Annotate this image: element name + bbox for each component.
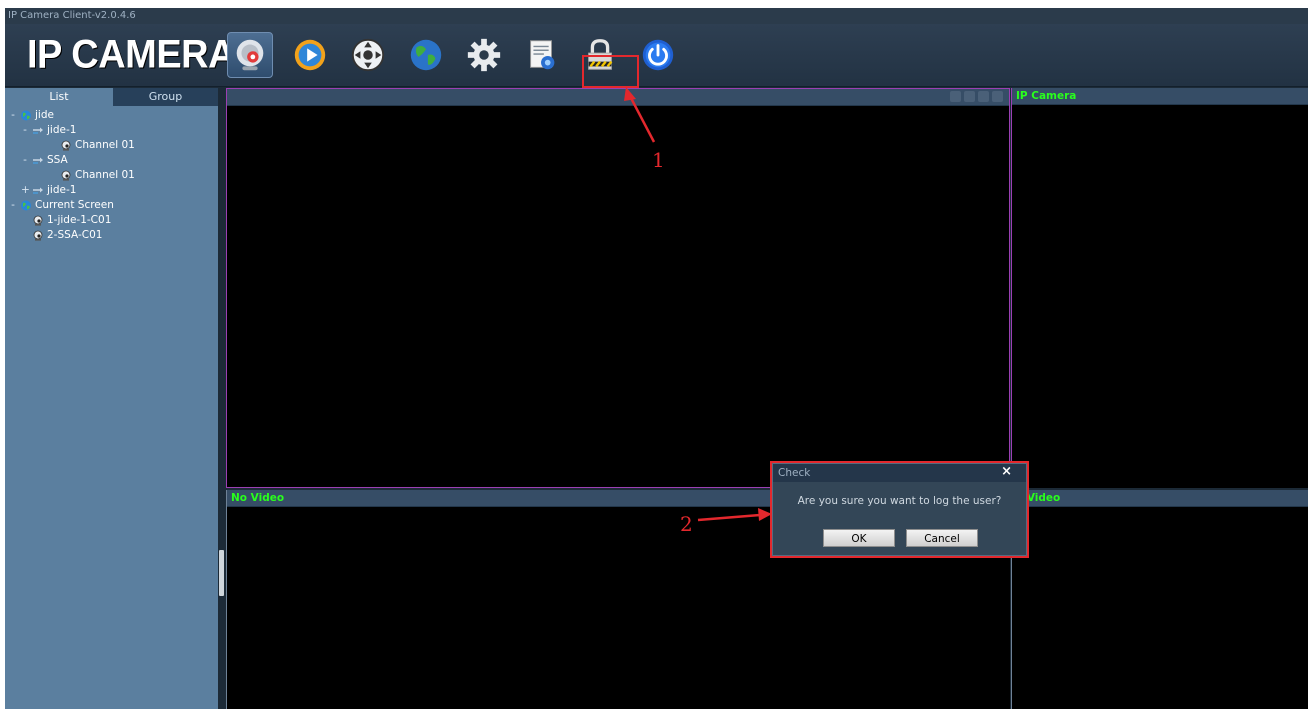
tree-item[interactable]: 1-jide-1-C01 bbox=[5, 213, 218, 228]
settings-gear-icon bbox=[467, 38, 501, 72]
network-button[interactable] bbox=[403, 32, 449, 78]
camera-icon bbox=[236, 39, 264, 71]
video-pane-2[interactable]: IP Camera bbox=[1011, 88, 1308, 488]
video-pane-1-bar bbox=[227, 89, 1009, 106]
panel-splitter[interactable] bbox=[218, 88, 226, 709]
exit-button[interactable] bbox=[635, 32, 681, 78]
video-pane-2-title: IP Camera bbox=[1016, 90, 1077, 102]
log-button[interactable] bbox=[519, 32, 565, 78]
ptz-control-icon bbox=[351, 38, 385, 72]
tree-item[interactable]: 2-SSA-C01 bbox=[5, 228, 218, 243]
audio-icon[interactable] bbox=[964, 91, 975, 102]
live-view-button[interactable] bbox=[227, 32, 273, 78]
tree-item-label: 2-SSA-C01 bbox=[47, 229, 103, 241]
tree-expander[interactable]: - bbox=[21, 123, 29, 138]
snapshot-icon[interactable] bbox=[978, 91, 989, 102]
close-icon[interactable]: × bbox=[1001, 464, 1012, 480]
power-icon bbox=[642, 39, 674, 71]
device-tree: - jide - jide-1 Channel 01- SSA Channel 01 + jid… bbox=[5, 108, 218, 243]
annotation-number-2: 2 bbox=[680, 512, 693, 536]
playback-icon bbox=[294, 39, 326, 71]
panel-tabs: List Group bbox=[5, 88, 218, 106]
tree-item[interactable]: - jide-1 bbox=[5, 123, 218, 138]
video-pane-2-bar: IP Camera bbox=[1012, 88, 1308, 105]
lock-user-button[interactable] bbox=[577, 32, 623, 78]
fullscreen-icon[interactable] bbox=[992, 91, 1003, 102]
tree-item-label: Channel 01 bbox=[75, 139, 135, 151]
tab-group[interactable]: Group bbox=[113, 88, 218, 106]
tree-item[interactable]: - SSA bbox=[5, 153, 218, 168]
confirm-dialog: Check × Are you sure you want to log the… bbox=[772, 463, 1027, 556]
ok-button[interactable]: OK bbox=[823, 529, 895, 547]
playback-button[interactable] bbox=[287, 32, 333, 78]
tree-item[interactable]: - jide bbox=[5, 108, 218, 123]
tree-expander[interactable]: - bbox=[21, 153, 29, 168]
dialog-message: Are you sure you want to log the user? bbox=[797, 495, 1002, 507]
device-icon bbox=[33, 187, 43, 194]
tree-item[interactable]: + jide-1 bbox=[5, 183, 218, 198]
header-bar: IP CAMERA bbox=[5, 24, 1308, 87]
dialog-title: Check bbox=[778, 467, 811, 479]
channel-camera-icon bbox=[33, 215, 43, 226]
tab-list[interactable]: List bbox=[5, 88, 113, 106]
cancel-button[interactable]: Cancel bbox=[906, 529, 978, 547]
tree-item-label: 1-jide-1-C01 bbox=[47, 214, 112, 226]
tree-item-label: Channel 01 bbox=[75, 169, 135, 181]
settings-button[interactable] bbox=[461, 32, 507, 78]
globe-icon bbox=[21, 200, 31, 211]
video-pane-4-bar: o Video bbox=[1012, 490, 1308, 507]
video-pane-1[interactable] bbox=[226, 88, 1010, 488]
globe-icon bbox=[410, 39, 442, 71]
device-icon bbox=[33, 157, 43, 164]
annotation-number-1: 1 bbox=[652, 148, 665, 172]
device-icon bbox=[33, 127, 43, 134]
lock-icon bbox=[588, 39, 613, 70]
tree-item-label: jide bbox=[35, 109, 54, 121]
channel-camera-icon bbox=[61, 170, 71, 181]
tree-expander[interactable]: + bbox=[21, 183, 30, 198]
app-logo: IP CAMERA bbox=[27, 32, 236, 78]
tree-expander[interactable]: - bbox=[9, 108, 17, 123]
app-window: IP Camera Client-v2.0.4.6 IP CAMERA List… bbox=[5, 8, 1308, 709]
globe-icon bbox=[21, 110, 31, 121]
window-title: IP Camera Client-v2.0.4.6 bbox=[5, 8, 1308, 24]
tree-item[interactable]: Channel 01 bbox=[5, 168, 218, 183]
dialog-titlebar: Check × bbox=[773, 464, 1026, 482]
tree-expander[interactable]: - bbox=[9, 198, 17, 213]
collapse-handle[interactable] bbox=[219, 550, 224, 596]
tree-item[interactable]: - Current Screen bbox=[5, 198, 218, 213]
ptz-control-button[interactable] bbox=[345, 32, 391, 78]
device-panel: List Group - jide - jide-1 Channel 01- SSA Cha… bbox=[5, 88, 218, 709]
tree-item-label: SSA bbox=[47, 154, 68, 166]
video-pane-3-title: No Video bbox=[231, 492, 285, 504]
log-document-icon bbox=[530, 40, 555, 70]
tree-item-label: jide-1 bbox=[47, 184, 77, 196]
channel-camera-icon bbox=[61, 140, 71, 151]
pane-tools bbox=[950, 91, 1003, 102]
channel-camera-icon bbox=[33, 230, 43, 241]
tree-item-label: jide-1 bbox=[47, 124, 77, 136]
tree-item[interactable]: Channel 01 bbox=[5, 138, 218, 153]
record-icon[interactable] bbox=[950, 91, 961, 102]
tree-item-label: Current Screen bbox=[35, 199, 114, 211]
video-pane-4[interactable]: o Video bbox=[1011, 490, 1308, 709]
